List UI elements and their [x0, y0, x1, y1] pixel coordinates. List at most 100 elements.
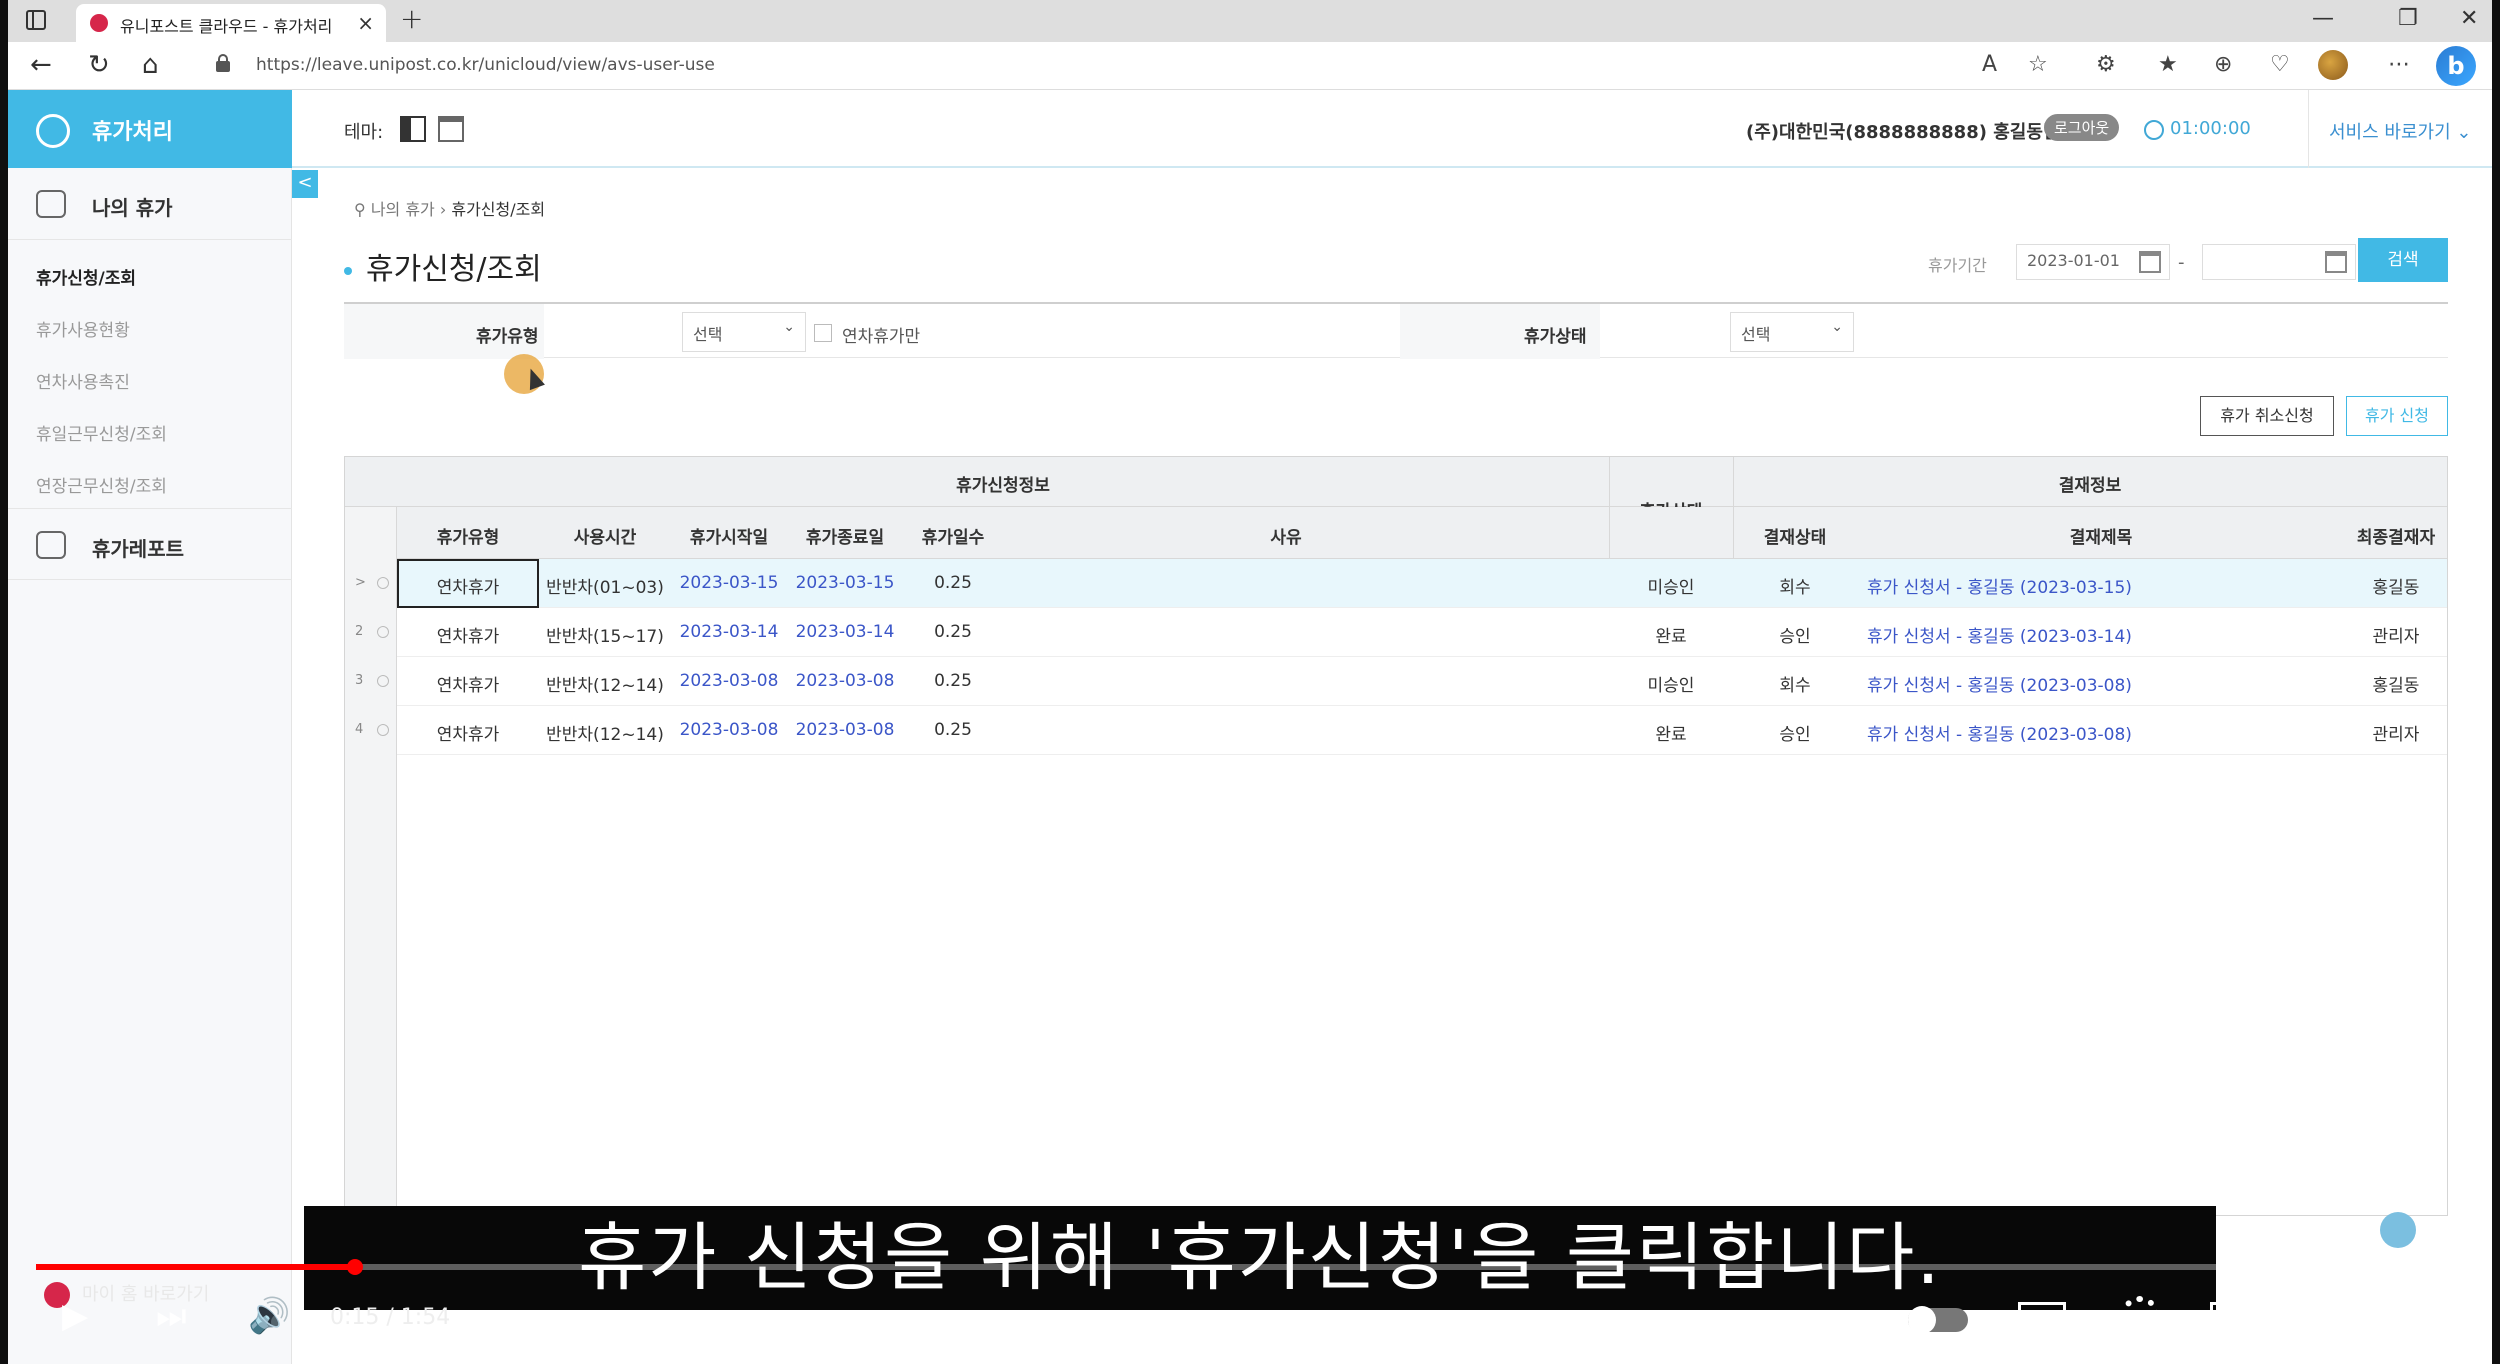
service-shortcut-link[interactable]: 서비스 바로가기 ⌄ — [2308, 90, 2492, 168]
cell-start[interactable]: 2023-03-08 — [671, 671, 787, 691]
col-leave-type[interactable]: 휴가유형 — [397, 523, 539, 548]
grid-header-group: 휴가신청정보 휴가상태 결재정보 — [345, 457, 2447, 522]
row-select-radio[interactable] — [377, 724, 389, 736]
theme-light-icon[interactable] — [438, 116, 464, 142]
cell-end[interactable]: 2023-03-14 — [787, 622, 903, 642]
theme-dark-icon[interactable] — [400, 116, 426, 142]
row-select-radio[interactable] — [377, 675, 389, 687]
bing-icon[interactable]: b — [2436, 46, 2476, 86]
nav-item-overtime-work[interactable]: 연장근무신청/조회 — [36, 472, 167, 497]
nav-my-leave[interactable]: 나의 휴가 — [8, 168, 292, 240]
profile-avatar[interactable] — [2318, 50, 2348, 80]
fullscreen-icon[interactable] — [2404, 1302, 2444, 1336]
cell-start[interactable]: 2023-03-15 — [671, 573, 787, 593]
breadcrumb: ⚲ 나의 휴가 › 휴가신청/조회 — [354, 196, 545, 220]
annual-only-checkbox[interactable] — [814, 324, 832, 342]
cell-time: 반반차(12~14) — [546, 676, 664, 696]
miniplayer-icon[interactable] — [2210, 1302, 2258, 1336]
cancel-request-button[interactable]: 휴가 취소신청 — [2200, 396, 2334, 436]
browser-tab-strip: 유니포스트 클라우드 - 휴가처리 × + — ❐ ✕ — [8, 0, 2492, 42]
cell-end[interactable]: 2023-03-08 — [787, 671, 903, 691]
table-row[interactable]: 연차휴가 반반차(12~14) 2023-03-08 2023-03-08 0.25 완료… — [397, 706, 2447, 755]
row-number: 2 — [355, 624, 364, 639]
favorite-add-icon[interactable]: ☆ — [2028, 52, 2048, 77]
nav-item-annual-promotion[interactable]: 연차사용촉진 — [36, 368, 130, 393]
table-row[interactable]: 연차휴가 반반차(15~17) 2023-03-14 2023-03-14 0.25 완료… — [397, 608, 2447, 657]
end-date-input[interactable] — [2202, 244, 2356, 280]
cell-start[interactable]: 2023-03-14 — [671, 622, 787, 642]
service-shortcut-label: 서비스 바로가기 — [2329, 122, 2451, 143]
col-end-date[interactable]: 휴가종료일 — [787, 523, 903, 548]
cell-status: 미승인 — [1647, 578, 1695, 598]
cell-days: 0.25 — [934, 622, 972, 642]
col-use-time[interactable]: 사용시간 — [539, 523, 671, 548]
floating-help-icon[interactable] — [2380, 1212, 2416, 1248]
maximize-button[interactable]: ❐ — [2398, 6, 2418, 31]
new-tab-button[interactable]: + — [400, 2, 423, 35]
autoplay-toggle[interactable] — [1908, 1306, 1968, 1334]
annual-only-label: 연차휴가만 — [842, 327, 921, 347]
progress-scrubber[interactable] — [347, 1259, 363, 1275]
cell-end[interactable]: 2023-03-15 — [787, 573, 903, 593]
col-reason[interactable]: 사유 — [1003, 523, 1569, 548]
sidebar-toggle-icon[interactable] — [26, 10, 46, 30]
table-row[interactable]: 연차휴가 반반차(12~14) 2023-03-08 2023-03-08 0.25 미승… — [397, 657, 2447, 706]
grid-divider — [1733, 457, 1734, 559]
more-menu-icon[interactable]: ⋯ — [2388, 52, 2410, 77]
subtitles-icon[interactable] — [2018, 1302, 2066, 1332]
row-select-radio[interactable] — [377, 626, 389, 638]
back-icon[interactable]: ← — [30, 50, 52, 80]
cell-title[interactable]: 휴가 신청서 - 홍길동 (2023-03-15) — [1867, 573, 2337, 598]
cell-title[interactable]: 휴가 신청서 - 홍길동 (2023-03-08) — [1867, 671, 2337, 696]
cell-start[interactable]: 2023-03-08 — [671, 720, 787, 740]
col-approval-title[interactable]: 결재제목 — [1857, 523, 2345, 548]
col-final-approver[interactable]: 최종결재자 — [2345, 523, 2447, 548]
nav-collapse-button[interactable]: < — [292, 170, 318, 198]
close-window-button[interactable]: ✕ — [2460, 6, 2478, 31]
extensions-icon[interactable]: ⚙ — [2096, 52, 2116, 77]
home-icon[interactable]: ⌂ — [142, 50, 159, 80]
performance-icon[interactable]: ♡ — [2270, 52, 2290, 77]
leave-status-select[interactable]: 선택 ⌄ — [1730, 312, 1854, 352]
settings-icon[interactable] — [2120, 1296, 2160, 1336]
col-start-date[interactable]: 휴가시작일 — [671, 523, 787, 548]
leave-apply-button[interactable]: 휴가 신청 — [2346, 396, 2448, 436]
cell-title[interactable]: 휴가 신청서 - 홍길동 (2023-03-08) — [1867, 720, 2337, 745]
read-aloud-icon[interactable]: A — [1982, 52, 1997, 77]
play-icon[interactable]: ▶ — [62, 1296, 88, 1336]
calendar-icon[interactable] — [2139, 251, 2161, 273]
brand-logo[interactable]: 휴가처리 — [8, 90, 292, 168]
refresh-icon[interactable]: ↻ — [88, 50, 110, 80]
search-button[interactable]: 검색 — [2358, 238, 2448, 282]
nav-report-label: 휴가레포트 — [92, 537, 184, 561]
minimize-button[interactable]: — — [2312, 6, 2334, 31]
tab-close-icon[interactable]: × — [357, 11, 374, 35]
cell-end[interactable]: 2023-03-08 — [787, 720, 903, 740]
col-days[interactable]: 휴가일수 — [903, 523, 1003, 548]
date-separator: - — [2178, 252, 2185, 273]
leave-type-select[interactable]: 선택 ⌄ — [682, 312, 806, 352]
progress-track[interactable] — [36, 1264, 2488, 1270]
url-field[interactable]: https://leave.unipost.co.kr/unicloud/vie… — [256, 55, 715, 75]
col-approval-status[interactable]: 결재상태 — [1733, 523, 1857, 548]
browser-tab[interactable]: 유니포스트 클라우드 - 휴가처리 × — [76, 4, 386, 42]
logout-button[interactable]: 로그아웃 — [2044, 114, 2120, 141]
cell-title[interactable]: 휴가 신청서 - 홍길동 (2023-03-14) — [1867, 622, 2337, 647]
cell-approval: 승인 — [1779, 627, 1811, 647]
nav-item-leave-usage[interactable]: 휴가사용현황 — [36, 316, 130, 341]
next-icon[interactable]: ⏭ — [156, 1296, 187, 1336]
start-date-input[interactable]: 2023-01-01 — [2016, 244, 2170, 280]
volume-icon[interactable]: 🔊 — [248, 1296, 290, 1336]
app-header: 휴가처리 테마: (주)대한민국(8888888888) 홍길동님 로그아웃 0… — [8, 90, 2492, 168]
cell-status: 완료 — [1655, 725, 1687, 745]
breadcrumb-parent[interactable]: 나의 휴가 — [371, 200, 435, 219]
nav-report[interactable]: 휴가레포트 — [8, 508, 292, 580]
table-row[interactable]: 연차휴가 반반차(01~03) 2023-03-15 2023-03-15 0.25 미승… — [397, 559, 2447, 608]
nav-item-leave-apply[interactable]: 휴가신청/조회 — [36, 264, 136, 289]
theater-mode-icon[interactable] — [2304, 1302, 2356, 1334]
row-select-radio[interactable] — [377, 577, 389, 589]
favorites-icon[interactable]: ★ — [2158, 52, 2178, 77]
collections-icon[interactable]: ⊕ — [2214, 52, 2232, 77]
nav-item-holiday-work[interactable]: 휴일근무신청/조회 — [36, 420, 167, 445]
calendar-icon[interactable] — [2325, 251, 2347, 273]
